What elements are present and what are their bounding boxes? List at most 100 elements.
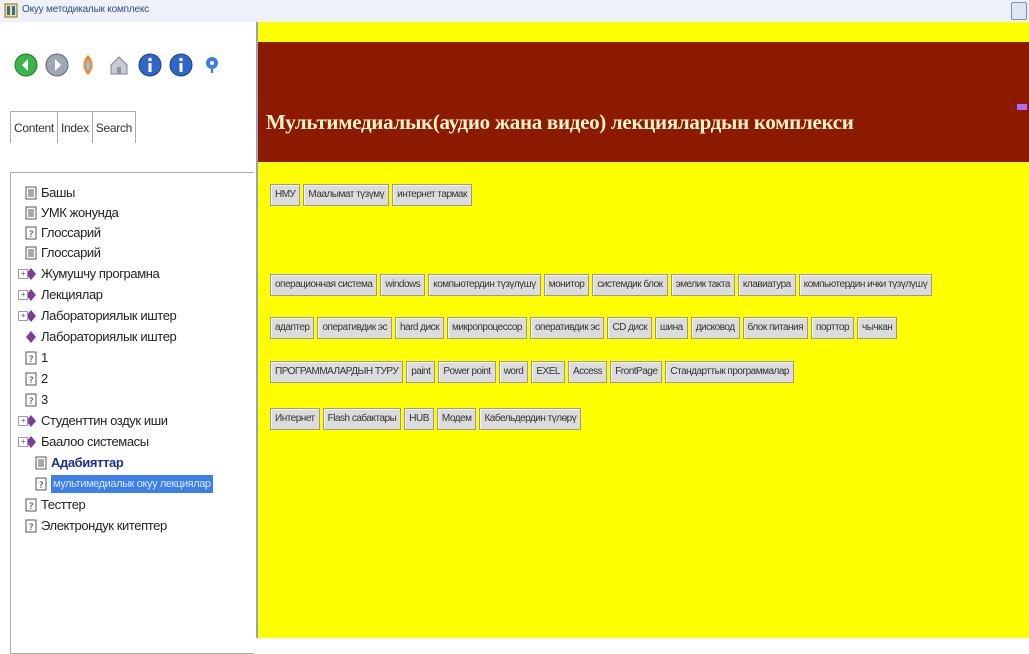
- tree-item[interactable]: ? Электрондук китептер: [25, 516, 167, 536]
- tree-item[interactable]: + Лекциялар: [18, 285, 103, 305]
- tree-item-selected[interactable]: ? мультимедиалык окуу лекциялар: [35, 474, 213, 494]
- tree-item[interactable]: + Баалоо системасы: [18, 432, 149, 452]
- tree-item[interactable]: Лабораториялык иштер: [25, 327, 177, 347]
- topic-button[interactable]: windows: [380, 274, 426, 296]
- window-restore-button[interactable]: [1011, 2, 1027, 20]
- tree-item[interactable]: ? 2: [25, 369, 48, 389]
- topic-button[interactable]: компьютердин ички түзүлүшү: [798, 274, 933, 296]
- tree-item-label: Электрондук китептер: [41, 518, 167, 533]
- help-page-icon: ?: [25, 226, 37, 240]
- window-title: Окуу методикалык комплекс: [22, 4, 149, 15]
- info-icon[interactable]: [134, 50, 165, 80]
- document-icon: [25, 206, 37, 220]
- topic-button[interactable]: Маалымат түзүмү: [303, 184, 390, 206]
- topic-button[interactable]: чычкан: [857, 317, 898, 339]
- topic-button[interactable]: ПРОГРАММАЛАРДЫН ТУРУ: [270, 361, 404, 383]
- topic-button[interactable]: адаптер: [270, 317, 315, 339]
- window-titlebar: Окуу методикалык комплекс: [0, 0, 1029, 23]
- expand-icon[interactable]: +: [18, 290, 28, 300]
- help-page-icon: ?: [25, 498, 37, 512]
- topic-button[interactable]: клавиатура: [737, 274, 796, 296]
- topic-button[interactable]: оперативдик эс: [317, 317, 392, 339]
- tree-item-label: 1: [41, 350, 48, 365]
- expand-icon[interactable]: +: [18, 311, 28, 321]
- topic-button[interactable]: компьютердин түзүлүшү: [428, 274, 541, 296]
- topic-button[interactable]: операционная система: [270, 274, 378, 296]
- topic-button[interactable]: монитор: [543, 274, 590, 296]
- svg-text:?: ?: [29, 397, 34, 407]
- help-page-icon: ?: [25, 372, 37, 386]
- expand-icon[interactable]: +: [18, 437, 28, 447]
- tree-item[interactable]: Адабияттар: [35, 453, 124, 473]
- tree-item[interactable]: ? 1: [25, 348, 48, 368]
- svg-text:?: ?: [29, 502, 34, 512]
- topic-button[interactable]: оперативдик эс: [529, 317, 605, 339]
- tree-item-label: Адабияттар: [51, 455, 124, 470]
- document-icon: [25, 186, 37, 200]
- topic-button[interactable]: hard диск: [394, 317, 445, 339]
- tree-item-label: Лекциялар: [41, 287, 103, 302]
- document-icon: [25, 246, 37, 260]
- topic-button[interactable]: HUB: [404, 408, 434, 430]
- topic-button[interactable]: Access: [567, 361, 608, 383]
- back-icon[interactable]: [41, 50, 72, 80]
- tree-item[interactable]: ? Тесттер: [25, 495, 86, 515]
- info-small-icon[interactable]: [196, 50, 227, 80]
- topic-button[interactable]: word: [498, 361, 529, 383]
- navigation-pane: Content Index Search Башы УМК жонунда ? …: [0, 22, 258, 654]
- topic-button[interactable]: НМУ: [270, 184, 301, 206]
- topic-button[interactable]: системдик блок: [592, 274, 668, 296]
- expand-icon[interactable]: +: [18, 269, 28, 279]
- tree-item[interactable]: Башы: [25, 183, 75, 203]
- topic-button[interactable]: дисковод: [690, 317, 740, 339]
- info-icon[interactable]: [165, 50, 196, 80]
- header-banner: Мультимедиалык(аудио жана видео) лекциял…: [258, 42, 1029, 162]
- topic-row-1: НМУ Маалымат түзүмү интернет тармак: [270, 184, 472, 206]
- tree-item[interactable]: + Жумушчу програмна: [18, 264, 160, 284]
- topic-button[interactable]: FrontPage: [610, 361, 663, 383]
- content-pane: Мультимедиалык(аудио жана видео) лекциял…: [258, 22, 1029, 638]
- tree-item-label: Студенттин оздук иши: [41, 413, 168, 428]
- hide-icon[interactable]: [10, 50, 41, 80]
- tree-item[interactable]: + Студенттин оздук иши: [18, 411, 168, 431]
- tree-item[interactable]: ? 3: [25, 390, 48, 410]
- tab-search[interactable]: Search: [91, 111, 137, 143]
- tree-item-label: Баалоо системасы: [41, 434, 149, 449]
- tree-item[interactable]: + Лабораториялык иштер: [18, 306, 177, 326]
- tab-index[interactable]: Index: [56, 111, 93, 143]
- topic-button[interactable]: Модем: [436, 408, 477, 430]
- topic-row-2: операционная система windows компьютерди…: [270, 274, 933, 296]
- svg-text:?: ?: [39, 481, 44, 491]
- tree-item[interactable]: ? Глоссарий: [25, 223, 101, 243]
- stop-icon[interactable]: [72, 50, 103, 80]
- tree-item-label: 3: [41, 392, 48, 407]
- topic-button[interactable]: шина: [654, 317, 688, 339]
- topic-button[interactable]: блок питания: [742, 317, 809, 339]
- topic-button[interactable]: EXEL: [531, 361, 565, 383]
- topic-button[interactable]: эмелик такта: [670, 274, 735, 296]
- topic-button[interactable]: порттор: [811, 317, 855, 339]
- help-page-icon: ?: [35, 477, 47, 491]
- tree-item-label: Жумушчу програмна: [41, 266, 160, 281]
- svg-text:?: ?: [29, 523, 34, 533]
- topic-button[interactable]: Стандарттык программалар: [665, 361, 794, 383]
- topic-button[interactable]: микропроцессор: [447, 317, 527, 339]
- topic-row-5: Интернет Flash сабактары HUB Модем Кабел…: [270, 408, 582, 430]
- topic-button[interactable]: Интернет: [270, 408, 320, 430]
- tab-content[interactable]: Content: [10, 111, 58, 143]
- topic-button[interactable]: CD диск: [607, 317, 652, 339]
- topic-button[interactable]: Power point: [438, 361, 496, 383]
- topic-button[interactable]: Flash сабактары: [322, 408, 402, 430]
- tree-item[interactable]: УМК жонунда: [25, 203, 119, 223]
- tree-item-label: Башы: [41, 185, 75, 200]
- topic-button[interactable]: paint: [406, 361, 436, 383]
- banner-mark: [1017, 104, 1027, 110]
- svg-text:?: ?: [29, 376, 34, 386]
- contents-tree: Башы УМК жонунда ? Глоссарий Глоссарий +…: [10, 172, 254, 654]
- topic-button[interactable]: интернет тармак: [392, 184, 472, 206]
- home-icon[interactable]: [103, 50, 134, 80]
- topic-button[interactable]: Кабельдердин түлөрү: [479, 408, 582, 430]
- tree-item[interactable]: Глоссарий: [25, 243, 101, 263]
- document-icon: [35, 456, 47, 470]
- expand-icon[interactable]: +: [18, 416, 28, 426]
